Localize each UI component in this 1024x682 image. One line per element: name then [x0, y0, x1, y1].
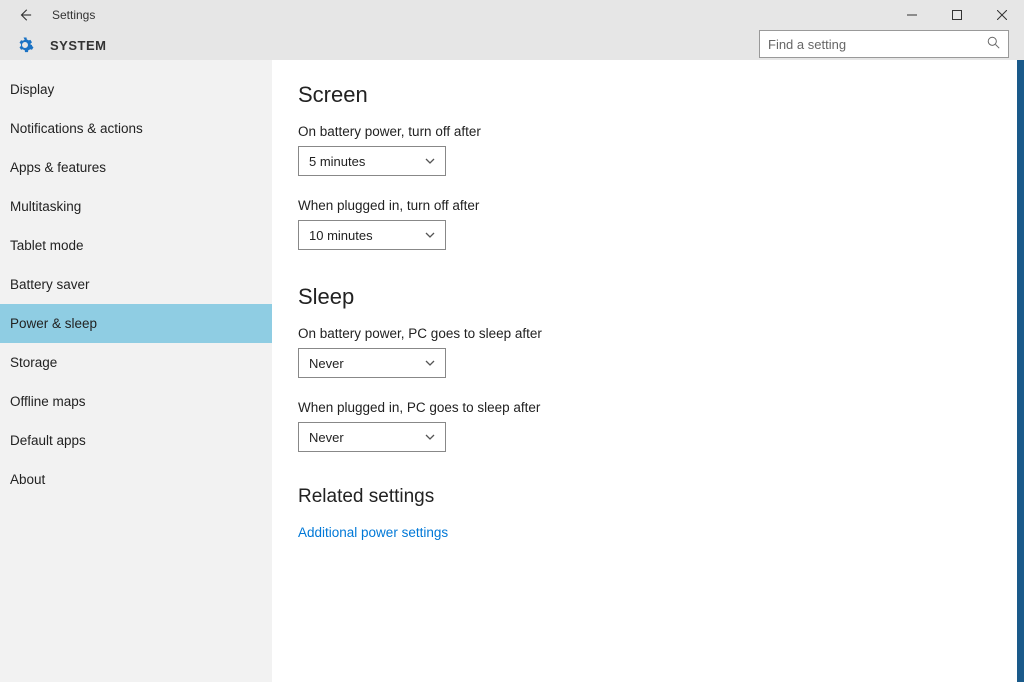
chevron-down-icon — [425, 156, 435, 167]
sidebar-item-display[interactable]: Display — [0, 70, 272, 109]
sidebar-item-label: Power & sleep — [10, 316, 97, 331]
chevron-down-icon — [425, 358, 435, 369]
titlebar: Settings — [0, 0, 1024, 30]
sleep-battery-label: On battery power, PC goes to sleep after — [298, 326, 1024, 341]
dropdown-value: Never — [309, 356, 425, 371]
screen-plugged-label: When plugged in, turn off after — [298, 198, 1024, 213]
chevron-down-icon — [425, 230, 435, 241]
arrow-left-icon — [18, 8, 32, 22]
sleep-plugged-dropdown[interactable]: Never — [298, 422, 446, 452]
additional-power-settings-link[interactable]: Additional power settings — [298, 525, 448, 540]
sidebar-item-label: Offline maps — [10, 394, 86, 409]
sleep-heading: Sleep — [298, 284, 1024, 310]
back-button[interactable] — [10, 0, 40, 30]
related-heading: Related settings — [298, 486, 1024, 508]
sidebar-item-power-sleep[interactable]: Power & sleep — [0, 304, 272, 343]
screen-battery-dropdown[interactable]: 5 minutes — [298, 146, 446, 176]
sidebar-item-notifications[interactable]: Notifications & actions — [0, 109, 272, 148]
sidebar-item-label: Battery saver — [10, 277, 90, 292]
search-box[interactable] — [759, 30, 1009, 58]
minimize-icon — [907, 10, 917, 20]
window-controls — [889, 0, 1024, 30]
dropdown-value: 10 minutes — [309, 228, 425, 243]
maximize-icon — [952, 10, 962, 20]
sidebar: Display Notifications & actions Apps & f… — [0, 60, 272, 682]
close-icon — [997, 10, 1007, 20]
breadcrumb-system[interactable]: SYSTEM — [50, 38, 106, 53]
sidebar-item-label: Notifications & actions — [10, 121, 143, 136]
screen-heading: Screen — [298, 82, 1024, 108]
window-title: Settings — [52, 8, 95, 22]
gear-icon — [14, 34, 36, 56]
sidebar-item-default-apps[interactable]: Default apps — [0, 421, 272, 460]
dropdown-value: 5 minutes — [309, 154, 425, 169]
search-icon — [987, 36, 1000, 52]
right-edge — [1017, 60, 1024, 682]
sidebar-item-apps-features[interactable]: Apps & features — [0, 148, 272, 187]
screen-plugged-dropdown[interactable]: 10 minutes — [298, 220, 446, 250]
minimize-button[interactable] — [889, 0, 934, 30]
sidebar-item-battery-saver[interactable]: Battery saver — [0, 265, 272, 304]
sidebar-item-label: Apps & features — [10, 160, 106, 175]
sidebar-item-label: Default apps — [10, 433, 86, 448]
sidebar-item-label: Multitasking — [10, 199, 81, 214]
close-button[interactable] — [979, 0, 1024, 30]
chevron-down-icon — [425, 432, 435, 443]
dropdown-value: Never — [309, 430, 425, 445]
sidebar-item-storage[interactable]: Storage — [0, 343, 272, 382]
sidebar-item-label: Storage — [10, 355, 57, 370]
search-input[interactable] — [768, 37, 987, 52]
content-pane: Screen On battery power, turn off after … — [272, 60, 1024, 682]
sidebar-item-label: About — [10, 472, 45, 487]
sidebar-item-label: Display — [10, 82, 54, 97]
sidebar-item-label: Tablet mode — [10, 238, 84, 253]
sidebar-item-multitasking[interactable]: Multitasking — [0, 187, 272, 226]
sidebar-item-about[interactable]: About — [0, 460, 272, 499]
maximize-button[interactable] — [934, 0, 979, 30]
sleep-battery-dropdown[interactable]: Never — [298, 348, 446, 378]
sleep-plugged-label: When plugged in, PC goes to sleep after — [298, 400, 1024, 415]
header: SYSTEM — [0, 30, 1024, 60]
screen-battery-label: On battery power, turn off after — [298, 124, 1024, 139]
sidebar-item-offline-maps[interactable]: Offline maps — [0, 382, 272, 421]
sidebar-item-tablet-mode[interactable]: Tablet mode — [0, 226, 272, 265]
